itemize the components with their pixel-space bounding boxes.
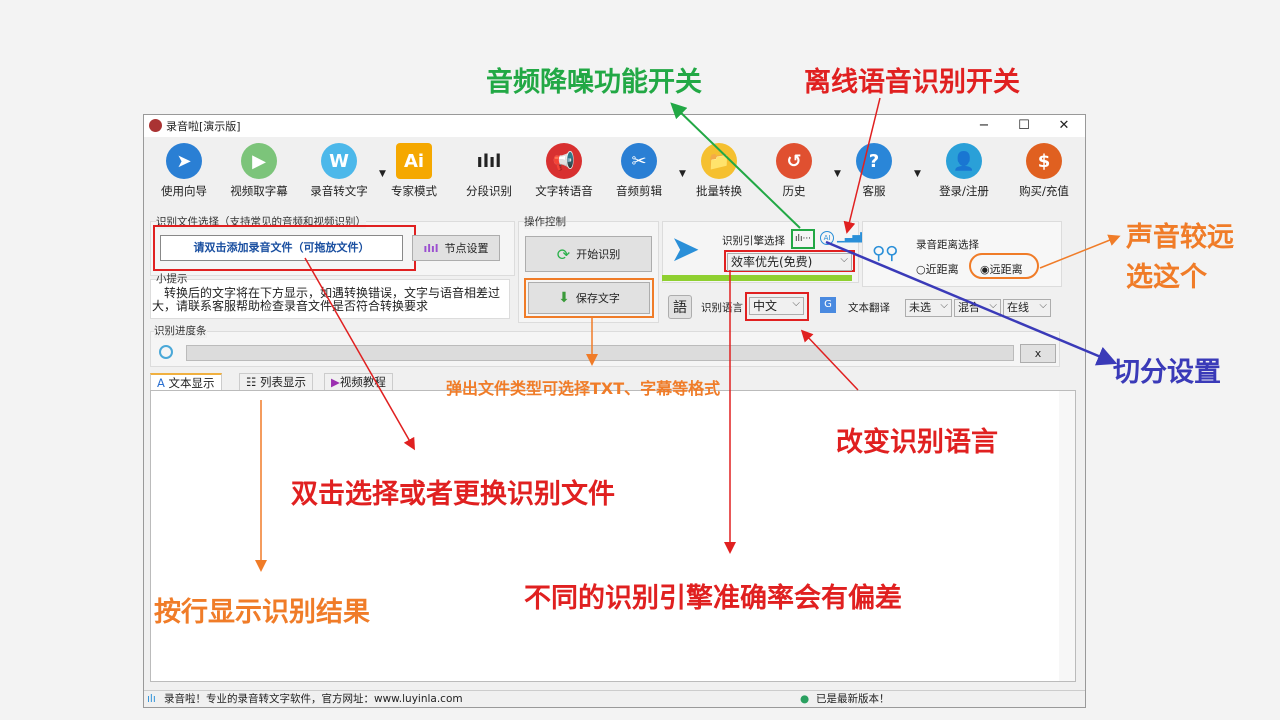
annotation-noise: 音频降噪功能开关 [486, 67, 702, 98]
lang-arrow [800, 329, 859, 391]
split-arrow [825, 240, 1118, 366]
offline-arrow [843, 97, 881, 234]
annotation-far: 声音较远 选这个 [1126, 222, 1234, 293]
file-arrow [304, 257, 415, 451]
annotation-save: 弹出文件类型可选择TXT、字幕等格式 [446, 379, 721, 398]
annotation-lang: 改变识别语言 [836, 427, 998, 458]
annotation-rows: 按行显示识别结果 [154, 597, 370, 628]
annotation-offline: 离线语音识别开关 [804, 67, 1020, 98]
annotation-split: 切分设置 [1113, 357, 1221, 388]
annotation-engine: 不同的识别引擎准确率会有偏差 [524, 583, 902, 614]
noise-arrow [670, 102, 801, 229]
far-arrow [1039, 234, 1121, 269]
annotation-file: 双击选择或者更换识别文件 [291, 479, 615, 510]
